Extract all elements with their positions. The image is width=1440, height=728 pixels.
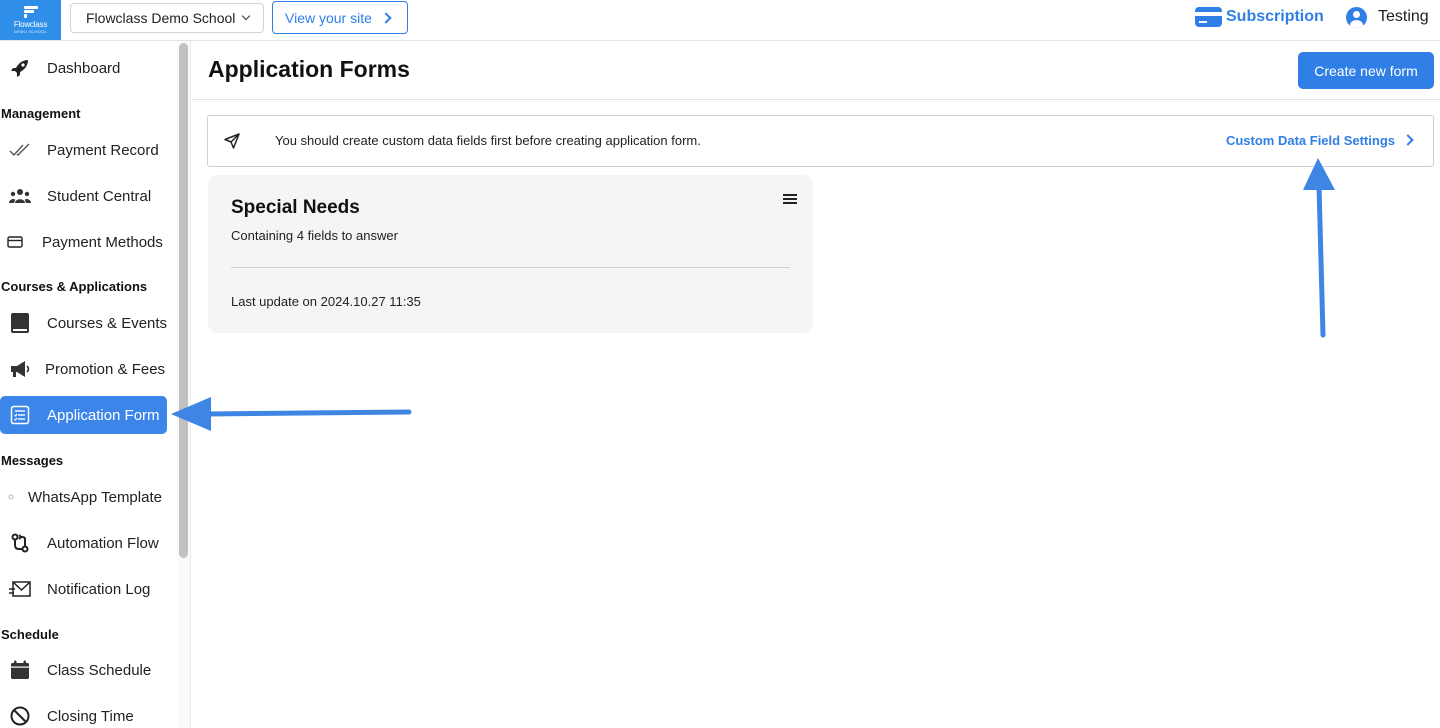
send-icon — [224, 133, 240, 154]
section-heading-courses-applications: Courses & Applications — [1, 279, 148, 294]
hamburger-menu-icon[interactable] — [783, 194, 797, 205]
git-pull-request-icon — [9, 532, 31, 554]
school-selector[interactable]: Flowclass Demo School — [70, 3, 264, 33]
form-field-count: Containing 4 fields to answer — [231, 228, 398, 243]
logo-brand-text: Flowclass — [13, 20, 48, 29]
subscription-link[interactable]: Subscription — [1195, 5, 1324, 29]
credit-card-icon — [1195, 7, 1222, 27]
arrow-to-application-form — [171, 397, 412, 431]
sidebar-item-courses-events[interactable]: Courses & Events — [0, 304, 167, 342]
create-new-form-button[interactable]: Create new form — [1298, 52, 1434, 89]
sidebar-item-label: Automation Flow — [47, 534, 159, 552]
sidebar-item-label: Notification Log — [47, 580, 151, 598]
view-site-button[interactable]: View your site — [272, 1, 408, 34]
sidebar-item-application-form[interactable]: Application Form — [0, 396, 167, 434]
section-heading-messages: Messages — [1, 453, 64, 468]
chevron-right-icon — [380, 11, 392, 24]
top-bar: Flowclass DEMO SCHOOL Flowclass Demo Sch… — [0, 0, 1440, 41]
sidebar-item-notification-log[interactable]: Notification Log — [0, 570, 167, 608]
double-check-icon — [9, 139, 31, 161]
credit-card-outline-icon — [4, 231, 26, 253]
sidebar-item-payment-methods[interactable]: Payment Methods — [0, 223, 167, 261]
sidebar-item-automation-flow[interactable]: Automation Flow — [0, 524, 167, 562]
sidebar-item-label: WhatsApp Template — [28, 488, 162, 506]
banner-message: You should create custom data fields fir… — [275, 133, 701, 148]
sidebar-item-closing-time[interactable]: Closing Time — [0, 697, 167, 728]
book-icon — [9, 312, 31, 334]
custom-data-field-settings-link[interactable]: Custom Data Field Settings — [1226, 133, 1395, 148]
custom-fields-banner: You should create custom data fields fir… — [207, 115, 1434, 167]
sidebar-item-label: Closing Time — [47, 707, 134, 725]
annotation-arrows — [171, 158, 1335, 431]
sidebar-item-label: Promotion & Fees — [45, 360, 166, 378]
form-last-update: Last update on 2024.10.27 11:35 — [231, 294, 421, 309]
ban-icon — [9, 705, 31, 727]
user-name: Testing — [1378, 8, 1429, 25]
sidebar-item-student-central[interactable]: Student Central — [0, 177, 167, 215]
sidebar-item-label: Payment Record — [47, 141, 159, 159]
subscription-label: Subscription — [1226, 8, 1324, 25]
application-form-card[interactable]: Special Needs Containing 4 fields to ans… — [208, 175, 813, 333]
mail-log-icon — [9, 578, 31, 600]
sidebar-item-dashboard[interactable]: Dashboard — [0, 49, 167, 87]
sidebar-item-payment-record[interactable]: Payment Record — [0, 131, 167, 169]
form-icon — [9, 404, 31, 426]
card-divider — [231, 267, 790, 268]
view-site-label: View your site — [285, 9, 372, 26]
sidebar-item-label: Payment Methods — [42, 233, 163, 251]
megaphone-icon — [9, 358, 31, 380]
sidebar-item-label: Courses & Events — [47, 314, 168, 332]
logo-sub-text: DEMO SCHOOL — [13, 29, 48, 34]
sidebar-item-label: Class Schedule — [47, 661, 152, 679]
school-selector-label: Flowclass Demo School — [86, 10, 236, 26]
sidebar-item-label: Student Central — [47, 187, 152, 205]
sidebar-item-label: Application Form — [47, 406, 160, 424]
sidebar-item-promotion-fees[interactable]: Promotion & Fees — [0, 350, 167, 388]
section-heading-management: Management — [1, 106, 81, 121]
chevron-down-icon — [242, 11, 251, 21]
section-heading-schedule: Schedule — [1, 627, 59, 642]
sidebar-scrollbar-thumb[interactable] — [179, 43, 188, 558]
dot-icon — [0, 486, 22, 508]
users-icon — [9, 185, 31, 207]
rocket-icon — [9, 57, 31, 79]
user-avatar-icon — [1346, 6, 1367, 28]
calendar-icon — [9, 659, 31, 681]
title-divider — [192, 99, 1440, 100]
chevron-right-icon[interactable] — [1402, 134, 1414, 146]
sidebar: Dashboard Management Payment Record Stud… — [0, 41, 177, 728]
school-logo[interactable]: Flowclass DEMO SCHOOL — [0, 0, 61, 40]
flowclass-logo-icon — [23, 6, 38, 18]
page-title: Application Forms — [208, 56, 410, 82]
form-name: Special Needs — [231, 197, 360, 218]
user-menu[interactable]: Testing — [1346, 5, 1429, 29]
sidebar-item-whatsapp-template[interactable]: WhatsApp Template — [0, 478, 167, 516]
sidebar-item-label: Dashboard — [47, 59, 121, 77]
sidebar-item-class-schedule[interactable]: Class Schedule — [0, 651, 167, 689]
arrow-to-custom-field-link — [1303, 158, 1335, 338]
